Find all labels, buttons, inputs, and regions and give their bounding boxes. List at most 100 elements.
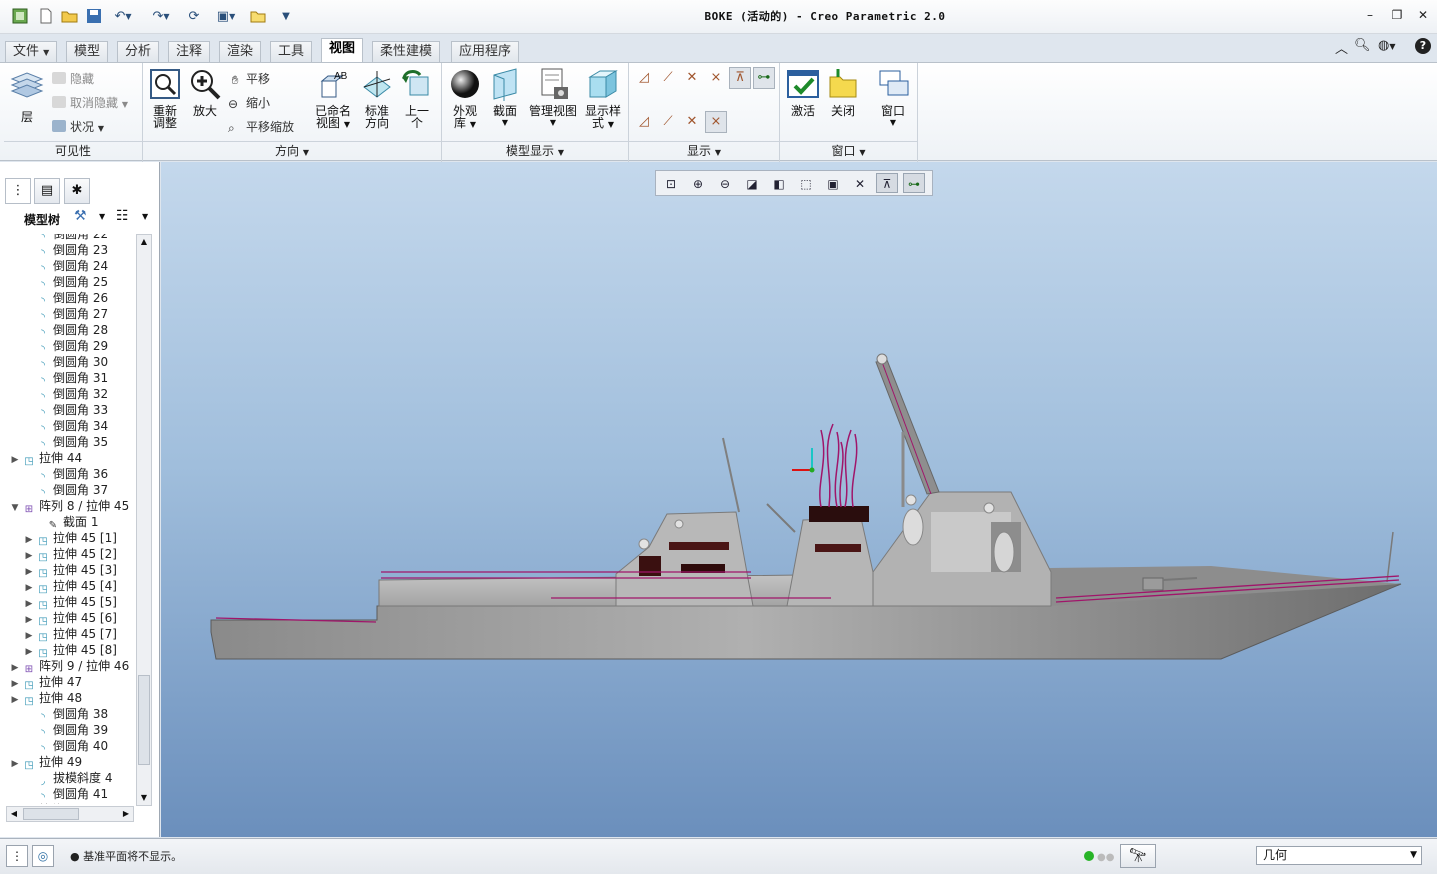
scroll-left-icon[interactable]: ◀ [7, 807, 21, 821]
tree-row[interactable]: ◝ 倒圆角 33 [22, 402, 108, 419]
tree-row[interactable]: ◞ 拔模斜度 4 [22, 770, 112, 787]
unhide-button[interactable]: 取消隐藏 ▼ [52, 94, 128, 111]
tree-settings-dropdown-icon[interactable]: ▼ [99, 212, 105, 221]
tab-applications[interactable]: 应用程序 [451, 41, 520, 62]
hscroll-thumb[interactable] [23, 808, 79, 820]
manage-views-button[interactable]: 管理视图 ▼ [526, 67, 580, 129]
model-tree-tab-icon[interactable]: ⋮ [5, 178, 31, 204]
tree-row[interactable]: ▶ ◳ 拉伸 44 [8, 450, 83, 468]
tab-file[interactable]: 文件 ▼ [5, 41, 58, 62]
find-icon[interactable]: 🔭︎ [1120, 844, 1156, 868]
pan-button[interactable]: ✋︎ 平移 [228, 70, 270, 87]
tree-row[interactable]: ◝ 倒圆角 41 [22, 786, 108, 803]
appearance-gallery-button[interactable]: 外观库 ▼ [446, 67, 484, 131]
tab-model[interactable]: 模型 [66, 41, 109, 62]
pan-zoom-button[interactable]: ⌕ 平移缩放 [228, 118, 294, 135]
close-button[interactable]: ✕ [1414, 8, 1432, 24]
previous-view-button[interactable]: 上一个 [398, 67, 436, 129]
group-orientation[interactable]: 方向 ▼ [143, 141, 441, 160]
tree-row[interactable]: ◝ 倒圆角 39 [22, 722, 108, 739]
tree-row[interactable]: ▶◳拉伸 50 [8, 802, 82, 804]
axis-tag-display-icon[interactable]: ⟋ [657, 111, 679, 133]
group-model-display[interactable]: 模型显示 ▼ [442, 141, 628, 160]
scroll-down-icon[interactable]: ▼ [137, 791, 151, 805]
tree-row[interactable]: ▶ ◳ 拉伸 45 [3] [22, 562, 117, 579]
tree-row[interactable]: ✎ 截面 1 [32, 514, 99, 531]
tree-row[interactable]: ◝ 倒圆角 31 [22, 370, 108, 387]
expand-arrow-icon[interactable]: ▶ [8, 452, 22, 468]
tree-row[interactable]: ◝ 倒圆角 27 [22, 306, 108, 323]
show-menu-icon[interactable]: ☷ [116, 208, 129, 224]
tab-tools[interactable]: 工具 [270, 41, 313, 62]
restore-button[interactable]: ❐ [1388, 8, 1406, 24]
tree-row[interactable]: ▶ ◳ 拉伸 45 [8] [22, 642, 117, 659]
layers-button[interactable]: 层 [8, 67, 46, 123]
standard-orientation-button[interactable]: 标准 方向 [358, 67, 396, 129]
tree-row[interactable]: ▶ ◳ 拉伸 45 [1] [22, 530, 117, 547]
tree-row[interactable]: ▶ ◳ 拉伸 45 [6] [22, 610, 117, 627]
collapse-ribbon-icon[interactable]: ︿ [1335, 38, 1348, 57]
scroll-up-icon[interactable]: ▲ [137, 235, 151, 249]
scroll-thumb[interactable] [138, 675, 150, 765]
tab-view[interactable]: 视图 [321, 38, 364, 63]
tree-row[interactable]: ◝ 倒圆角 38 [22, 706, 108, 723]
community-icon[interactable]: ◍▼ [1378, 38, 1396, 53]
selection-filter-dropdown[interactable]: 几何 ▼ [1256, 846, 1422, 865]
display-style-button[interactable]: 显示样式 ▼ [582, 67, 624, 131]
show-menu-dropdown-icon[interactable]: ▼ [142, 212, 148, 221]
tree-row[interactable]: ▶ ◳ 拉伸 47 [8, 674, 83, 691]
point-tag-display-icon[interactable]: ⨯ [705, 67, 727, 89]
help-icon[interactable]: ? [1415, 38, 1431, 54]
search-icon[interactable]: 🔍︎ [1354, 38, 1371, 53]
close-button-ribbon[interactable]: 关闭 [824, 67, 862, 117]
csys-display-icon[interactable]: ⊼ [729, 67, 751, 89]
graphics-window[interactable]: ⊡ ⊕ ⊖ ◪ ◧ ⬚ ▣ ✕ ⊼ ⊶ [161, 162, 1437, 837]
point-tag2-display-icon[interactable]: ✕ [681, 111, 703, 133]
zoom-in-button[interactable]: 放大 [186, 67, 224, 117]
tree-row[interactable]: ▶ ◳ 拉伸 45 [5] [22, 594, 117, 611]
expand-arrow-icon[interactable]: ▶ [8, 756, 22, 772]
tree-row[interactable]: ▶ ◳ 拉伸 45 [7] [22, 626, 117, 643]
tree-row[interactable]: ◝ 倒圆角 36 [22, 466, 108, 483]
activate-button[interactable]: 激活 [784, 67, 822, 117]
tree-row[interactable]: ◝ 倒圆角 32 [22, 386, 108, 403]
expand-arrow-icon[interactable]: ▶ [8, 692, 22, 708]
tree-row[interactable]: ◝ 倒圆角 26 [22, 290, 108, 307]
tree-row[interactable]: ▶ ◳ 拉伸 45 [2] [22, 546, 117, 563]
tree-row[interactable]: ◝ 倒圆角 24 [22, 258, 108, 275]
favorites-tab-icon[interactable]: ✱ [64, 178, 90, 204]
tree-horizontal-scrollbar[interactable]: ◀ ▶ [6, 806, 134, 822]
tree-vertical-scrollbar[interactable]: ▲ ▼ [136, 234, 152, 806]
group-show[interactable]: 显示 ▼ [629, 141, 779, 160]
tree-row[interactable]: ◝ 倒圆角 40 [22, 738, 108, 755]
tree-row[interactable]: ◝ 倒圆角 29 [22, 338, 108, 355]
plane-display-icon[interactable]: ◿ [633, 67, 655, 89]
tree-row[interactable]: ▼ ⊞ 阵列 8 / 拉伸 45 [8, 498, 130, 515]
point-display-icon[interactable]: ✕ [681, 67, 703, 89]
csys-tag-display-icon[interactable]: ⨯ [705, 111, 727, 133]
tree-row[interactable]: ▶ ◳ 拉伸 45 [4] [22, 578, 117, 595]
folder-browser-tab-icon[interactable]: ▤ [34, 178, 60, 204]
tree-row[interactable]: ◝ 倒圆角 37 [22, 482, 108, 499]
group-window[interactable]: 窗口 ▼ [780, 141, 917, 160]
tab-annotate[interactable]: 注释 [168, 41, 211, 62]
tab-analysis[interactable]: 分析 [117, 41, 160, 62]
tree-row[interactable]: ◝ 倒圆角 34 [22, 418, 108, 435]
tree-row[interactable]: ▶ ◳ 拉伸 49 [8, 754, 83, 772]
refit-button[interactable]: 重新 调整 [146, 67, 184, 129]
plane-tag-display-icon[interactable]: ◿ [633, 111, 655, 133]
axis-display-icon[interactable]: ⟋ [657, 67, 679, 89]
tree-row[interactable]: ▶ ⊞ 阵列 9 / 拉伸 46 [8, 658, 130, 675]
zoom-out-button[interactable]: ⊖ 缩小 [228, 94, 270, 111]
spin-center-icon[interactable]: ⊶ [753, 67, 775, 89]
scroll-right-icon[interactable]: ▶ [119, 807, 133, 821]
minimize-button[interactable]: – [1361, 8, 1379, 24]
browser-toggle-icon[interactable]: ◎ [32, 845, 54, 867]
status-button[interactable]: 状况 ▼ [52, 118, 104, 135]
tree-row[interactable]: ◝ 倒圆角 22 [22, 234, 108, 243]
tree-row[interactable]: ◝ 倒圆角 28 [22, 322, 108, 339]
tree-row[interactable]: ◝ 倒圆角 25 [22, 274, 108, 291]
tree-row[interactable]: ◝ 倒圆角 30 [22, 354, 108, 371]
tab-flexible-modeling[interactable]: 柔性建模 [372, 41, 441, 62]
named-views-button[interactable]: AB 已命名 视图 ▼ [312, 67, 354, 131]
